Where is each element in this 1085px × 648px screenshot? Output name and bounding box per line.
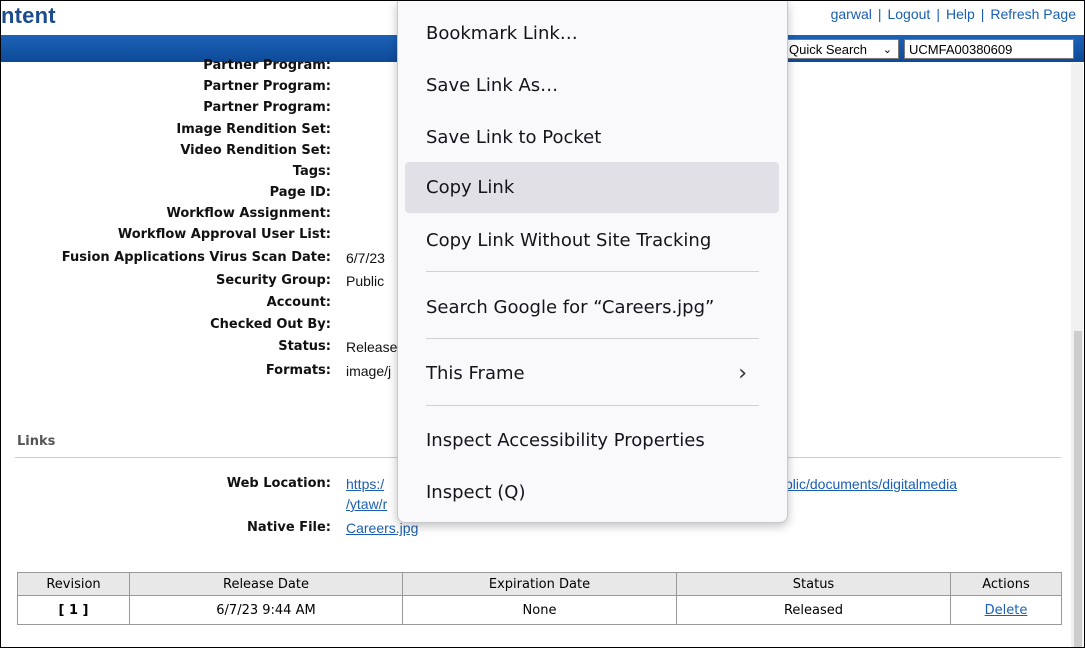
user-name-link[interactable]: garwal — [831, 6, 872, 22]
revisions-table: Revision Release Date Expiration Date St… — [17, 572, 1062, 625]
field-label: Formats: — [265, 363, 331, 378]
menu-item-bookmark-link[interactable]: Bookmark Link… — [405, 8, 779, 59]
web-location-link-cont[interactable]: /ytaw/r — [346, 496, 387, 512]
field-label: Fusion Applications Virus Scan Date: — [61, 250, 331, 265]
field-label: Workflow Approval User List: — [117, 227, 331, 242]
native-file-row: Native File: Careers.jpg — [1, 520, 1084, 540]
field-value: 6/7/23 — [346, 250, 385, 266]
top-links: garwal | Logout | Help | Refresh Page — [830, 6, 1076, 22]
column-header: Status — [676, 572, 951, 596]
menu-item-search-google[interactable]: Search Google for “Careers.jpg” — [405, 282, 779, 333]
menu-item-copy-link[interactable]: Copy Link — [405, 162, 779, 213]
table-row: [ 1 ] 6/7/23 9:44 AM None Released Delet… — [17, 595, 1062, 625]
menu-item-save-link-as[interactable]: Save Link As… — [405, 60, 779, 111]
table-header-row: Revision Release Date Expiration Date St… — [17, 572, 1062, 596]
field-value: Public — [346, 273, 385, 289]
scrollbar-thumb[interactable] — [1074, 331, 1082, 647]
delete-link[interactable]: Delete — [985, 603, 1028, 618]
context-menu: Bookmark Link… Save Link As… Save Link t… — [397, 1, 788, 523]
logout-link[interactable]: Logout — [887, 6, 930, 22]
menu-item-copy-link-without-tracking[interactable]: Copy Link Without Site Tracking — [405, 215, 779, 266]
column-header: Release Date — [129, 572, 403, 596]
field-label: Workflow Assignment: — [166, 206, 331, 221]
revision-cell: [ 1 ] — [17, 595, 130, 625]
menu-separator — [426, 338, 759, 339]
web-location-link-tail[interactable]: blic/documents/digitalmedia — [785, 476, 957, 492]
chevron-down-icon: ⌄ — [882, 44, 892, 56]
menu-item-inspect[interactable]: Inspect (Q) — [405, 467, 779, 518]
actions-cell: Delete — [950, 595, 1062, 625]
expiration-cell: None — [402, 595, 677, 625]
menu-separator — [426, 405, 759, 406]
field-value: image/j — [346, 363, 392, 379]
field-label: Account: — [266, 295, 331, 310]
quick-search-select[interactable]: Quick Search ⌄ — [785, 39, 899, 59]
help-link[interactable]: Help — [946, 6, 975, 22]
field-label: Partner Program: — [203, 58, 331, 73]
refresh-page-link[interactable]: Refresh Page — [990, 6, 1076, 22]
web-location-link[interactable]: https:/ — [346, 476, 384, 492]
menu-item-inspect-accessibility[interactable]: Inspect Accessibility Properties — [405, 415, 779, 466]
menu-item-label: This Frame — [426, 363, 525, 384]
field-label: Tags: — [292, 164, 331, 179]
app-title: ntent — [1, 3, 56, 28]
field-label: Image Rendition Set: — [176, 122, 331, 137]
field-label: Native File: — [247, 520, 331, 535]
column-header: Expiration Date — [402, 572, 677, 596]
status-cell: Released — [676, 595, 951, 625]
field-label: Status: — [278, 339, 331, 354]
page-frame: ntent garwal | Logout | Help | Refresh Page Qu… — [0, 0, 1085, 648]
release-date-cell: 6/7/23 9:44 AM — [129, 595, 403, 625]
quick-search-label: Quick Search — [789, 42, 868, 57]
menu-item-this-frame[interactable]: This Frame › — [405, 348, 779, 399]
field-value: Release — [346, 339, 398, 355]
menu-separator — [426, 271, 759, 272]
chevron-right-icon: › — [738, 361, 747, 386]
column-header: Actions — [950, 572, 1062, 596]
field-label: Video Rendition Set: — [180, 143, 331, 158]
field-label: Web Location: — [226, 476, 331, 491]
menu-item-save-link-to-pocket[interactable]: Save Link to Pocket — [405, 112, 779, 163]
search-input[interactable]: UCMFA00380609 — [904, 39, 1074, 59]
links-section-title: Links — [17, 434, 56, 449]
field-label: Security Group: — [216, 273, 331, 288]
field-label: Page ID: — [269, 185, 331, 200]
field-label: Checked Out By: — [210, 317, 331, 332]
field-label: Partner Program: — [203, 79, 331, 94]
column-header: Revision — [17, 572, 130, 596]
field-label: Partner Program: — [203, 100, 331, 115]
